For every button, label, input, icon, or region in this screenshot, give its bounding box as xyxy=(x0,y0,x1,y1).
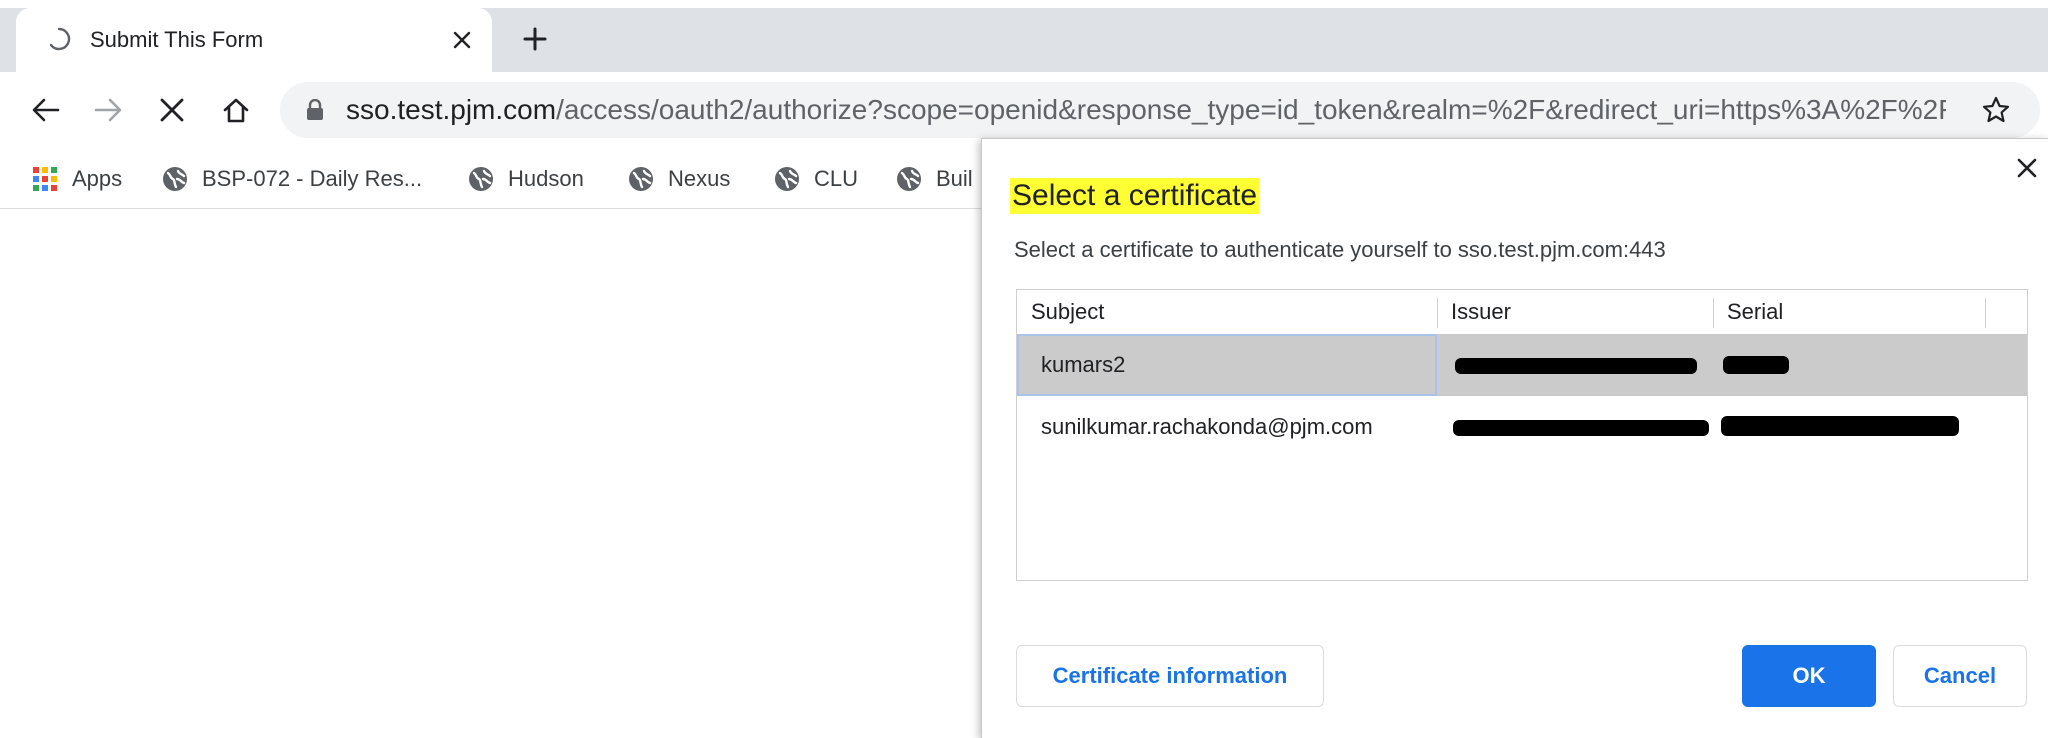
table-row[interactable]: kumars2 xyxy=(1017,334,2027,396)
bookmark-label: BSP-072 - Daily Res... xyxy=(202,166,423,191)
cancel-button[interactable]: Cancel xyxy=(1893,645,2027,707)
bookmark-label: Buil xyxy=(936,166,973,191)
table-row[interactable]: sunilkumar.rachakonda@pjm.com xyxy=(1017,396,2027,458)
redacted-issuer xyxy=(1453,420,1709,436)
tab-strip: Submit This Form xyxy=(0,0,2048,72)
close-icon[interactable] xyxy=(2012,153,2042,183)
bookmark-bsp-072[interactable]: BSP-072 - Daily Res... xyxy=(162,164,422,194)
address-bar[interactable]: sso.test.pjm.com/access/oauth2/authorize… xyxy=(280,82,2040,138)
tab-active[interactable]: Submit This Form xyxy=(16,8,492,72)
tab-strip-top xyxy=(0,0,2048,8)
column-divider xyxy=(1985,298,1986,328)
column-header-subject[interactable]: Subject xyxy=(1017,290,1437,334)
bookmark-apps[interactable]: Apps xyxy=(32,164,122,194)
bookmark-clu[interactable]: CLU xyxy=(774,164,858,194)
cell-subject: sunilkumar.rachakonda@pjm.com xyxy=(1041,414,1373,439)
home-icon[interactable] xyxy=(216,90,256,130)
redacted-issuer xyxy=(1455,358,1697,374)
dialog-title: Select a certificate xyxy=(1010,178,1260,214)
globe-icon xyxy=(774,166,800,192)
lock-icon[interactable] xyxy=(304,96,326,124)
tab-close-icon[interactable] xyxy=(448,26,476,54)
certificate-table: Subject Issuer Serial kumars2 sunilkumar… xyxy=(1016,289,2028,581)
new-tab-icon[interactable] xyxy=(518,22,552,56)
url-path: /access/oauth2/authorize?scope=openid&re… xyxy=(556,94,1946,125)
dialog-subtitle: Select a certificate to authenticate you… xyxy=(1014,237,1666,262)
column-header-serial[interactable]: Serial xyxy=(1713,290,1985,334)
loading-spinner-icon xyxy=(46,26,72,52)
bookmark-label: Nexus xyxy=(668,166,731,191)
column-header-issuer[interactable]: Issuer xyxy=(1437,290,1713,334)
back-arrow-icon[interactable] xyxy=(26,90,66,130)
table-header: Subject Issuer Serial xyxy=(1017,290,2027,334)
cell-subject: kumars2 xyxy=(1017,334,1437,396)
globe-icon xyxy=(162,166,188,192)
bookmark-label: Hudson xyxy=(508,166,584,191)
globe-icon xyxy=(896,166,922,192)
apps-grid-icon xyxy=(32,166,58,192)
bookmark-buil[interactable]: Buil xyxy=(896,164,973,194)
globe-icon xyxy=(468,166,494,192)
globe-icon xyxy=(628,166,654,192)
bookmark-label: CLU xyxy=(814,166,859,191)
bookmark-hudson[interactable]: Hudson xyxy=(468,164,584,194)
redacted-serial xyxy=(1723,356,1789,374)
certificate-information-button[interactable]: Certificate information xyxy=(1016,645,1324,707)
url-host: sso.test.pjm.com xyxy=(346,94,557,125)
tab-title: Submit This Form xyxy=(90,27,264,52)
browser-window: Submit This Form sso.test.pjm.com/access… xyxy=(0,0,2048,738)
redacted-serial xyxy=(1721,416,1959,436)
bookmark-label: Apps xyxy=(72,166,123,191)
bookmark-nexus[interactable]: Nexus xyxy=(628,164,730,194)
bookmark-star-icon[interactable] xyxy=(1980,94,2012,126)
select-certificate-dialog: Select a certificate Select a certificat… xyxy=(981,138,2048,738)
stop-loading-icon[interactable] xyxy=(152,90,192,130)
forward-arrow-icon[interactable] xyxy=(88,90,128,130)
url-text[interactable]: sso.test.pjm.com/access/oauth2/authorize… xyxy=(346,94,1946,126)
ok-button[interactable]: OK xyxy=(1742,645,1876,707)
